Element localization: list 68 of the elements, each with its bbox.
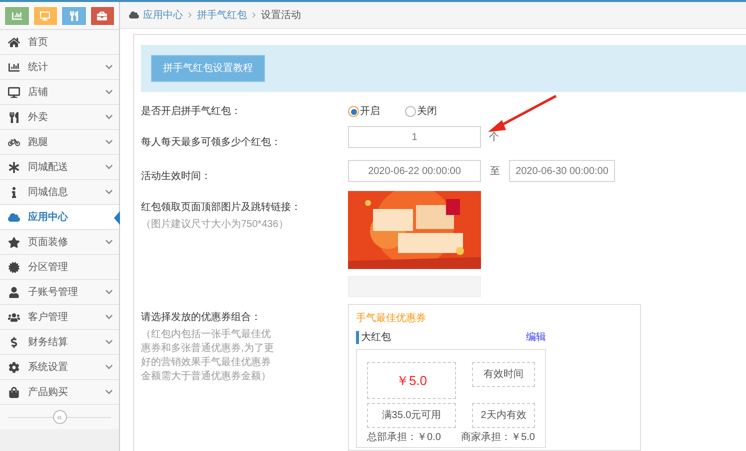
field-label: 每人每天最多可领多少个红包： [141, 137, 281, 148]
unit-label: 个 [489, 130, 499, 144]
bicycle-icon [8, 136, 20, 148]
sidebar-item[interactable]: 应用中心 [0, 205, 119, 230]
separator-icon [187, 12, 193, 18]
sidebar-item[interactable]: 统计 [0, 55, 119, 80]
users-icon [8, 312, 20, 322]
range-separator: 至 [490, 164, 500, 178]
shortcut-button[interactable] [32, 6, 58, 26]
bar-chart-icon [12, 11, 22, 21]
merchant-share: 商家承担：￥5.0 [461, 430, 535, 445]
shortcut-button[interactable] [61, 6, 86, 26]
home-icon [8, 36, 20, 48]
cloud-icon [8, 212, 20, 222]
input-field[interactable]: 1 [348, 126, 481, 148]
arrow-drawing [488, 94, 558, 134]
coupon-condition: 满35.0元可用 [367, 403, 456, 428]
utensils-icon [8, 112, 20, 122]
utensils-icon [68, 11, 79, 21]
section-bar [356, 331, 359, 344]
gear-icon [8, 362, 20, 372]
sidebar-item[interactable]: 跑腿 [0, 130, 119, 155]
validity-label: 有效时间 [472, 362, 535, 387]
shortcut-button[interactable] [4, 6, 30, 26]
coupon-amount: ￥5.0 [367, 362, 456, 399]
hq-share: 总部承担：￥0.0 [367, 430, 441, 445]
star-icon [8, 236, 20, 248]
validity-value: 2天内有效 [472, 403, 535, 428]
sidebar-item[interactable]: 店铺 [0, 80, 119, 105]
field-label: 活动生效时间： [141, 171, 211, 182]
separator-icon [251, 12, 257, 18]
field-label: 请选择发放的优惠券组合： [141, 312, 261, 323]
cloud-icon [129, 10, 139, 20]
active-marker [114, 211, 120, 225]
breadcrumb-current: 设置活动 [261, 8, 301, 22]
coupon-name: 大红包 [361, 330, 392, 345]
radio-option[interactable]: 关闭 [405, 104, 437, 119]
user-icon [8, 286, 20, 298]
shortcut-button[interactable] [90, 6, 115, 26]
sidebar-item[interactable]: 同城配送 [0, 155, 119, 180]
radio-button[interactable] [405, 106, 416, 117]
monitor-icon [8, 86, 20, 98]
bag-icon [8, 386, 20, 398]
sidebar-item[interactable]: 系统设置 [0, 355, 119, 380]
sidebar-item[interactable]: 外卖 [0, 105, 119, 130]
hint-text: （红包内包括一张手气最佳优惠券和多张普通优惠券,为了更好的营销效果手气最佳优惠券金额需大于普通优惠券金额） [141, 328, 275, 384]
input-field[interactable]: 2020-06-22 00:00:00 [348, 160, 481, 182]
sidebar-item[interactable]: 分区管理 [0, 255, 119, 280]
sidebar-item[interactable]: 页面装修 [0, 230, 119, 255]
input-field[interactable]: 2020-06-30 00:00:00 [509, 160, 615, 182]
dollar-icon [8, 336, 20, 348]
asterisk-icon [8, 162, 20, 172]
panel-title: 手气最佳优惠券 [356, 312, 427, 326]
badge-icon [8, 262, 20, 272]
sidebar-item[interactable]: 产品购买 [0, 380, 119, 405]
monitor-icon [40, 11, 50, 21]
bar-chart-icon [8, 62, 20, 72]
radio-button[interactable] [348, 106, 359, 117]
briefcase-icon [97, 11, 108, 21]
field-label: 是否开启拼手气红包： [141, 104, 242, 119]
field-label: 红包领取页面顶部图片及跳转链接： [141, 202, 301, 213]
sidebar-item[interactable]: 财务结算 [0, 330, 119, 355]
sidebar-item[interactable]: 首页 [0, 30, 119, 55]
hint-text: （图片建议尺寸大小为750*436） [141, 218, 290, 232]
radio-option[interactable]: 开启 [348, 104, 380, 119]
sidebar-item[interactable]: 子账号管理 [0, 280, 119, 305]
edit-link[interactable]: 编辑 [526, 330, 546, 345]
sidebar-item[interactable]: 客户管理 [0, 305, 119, 330]
